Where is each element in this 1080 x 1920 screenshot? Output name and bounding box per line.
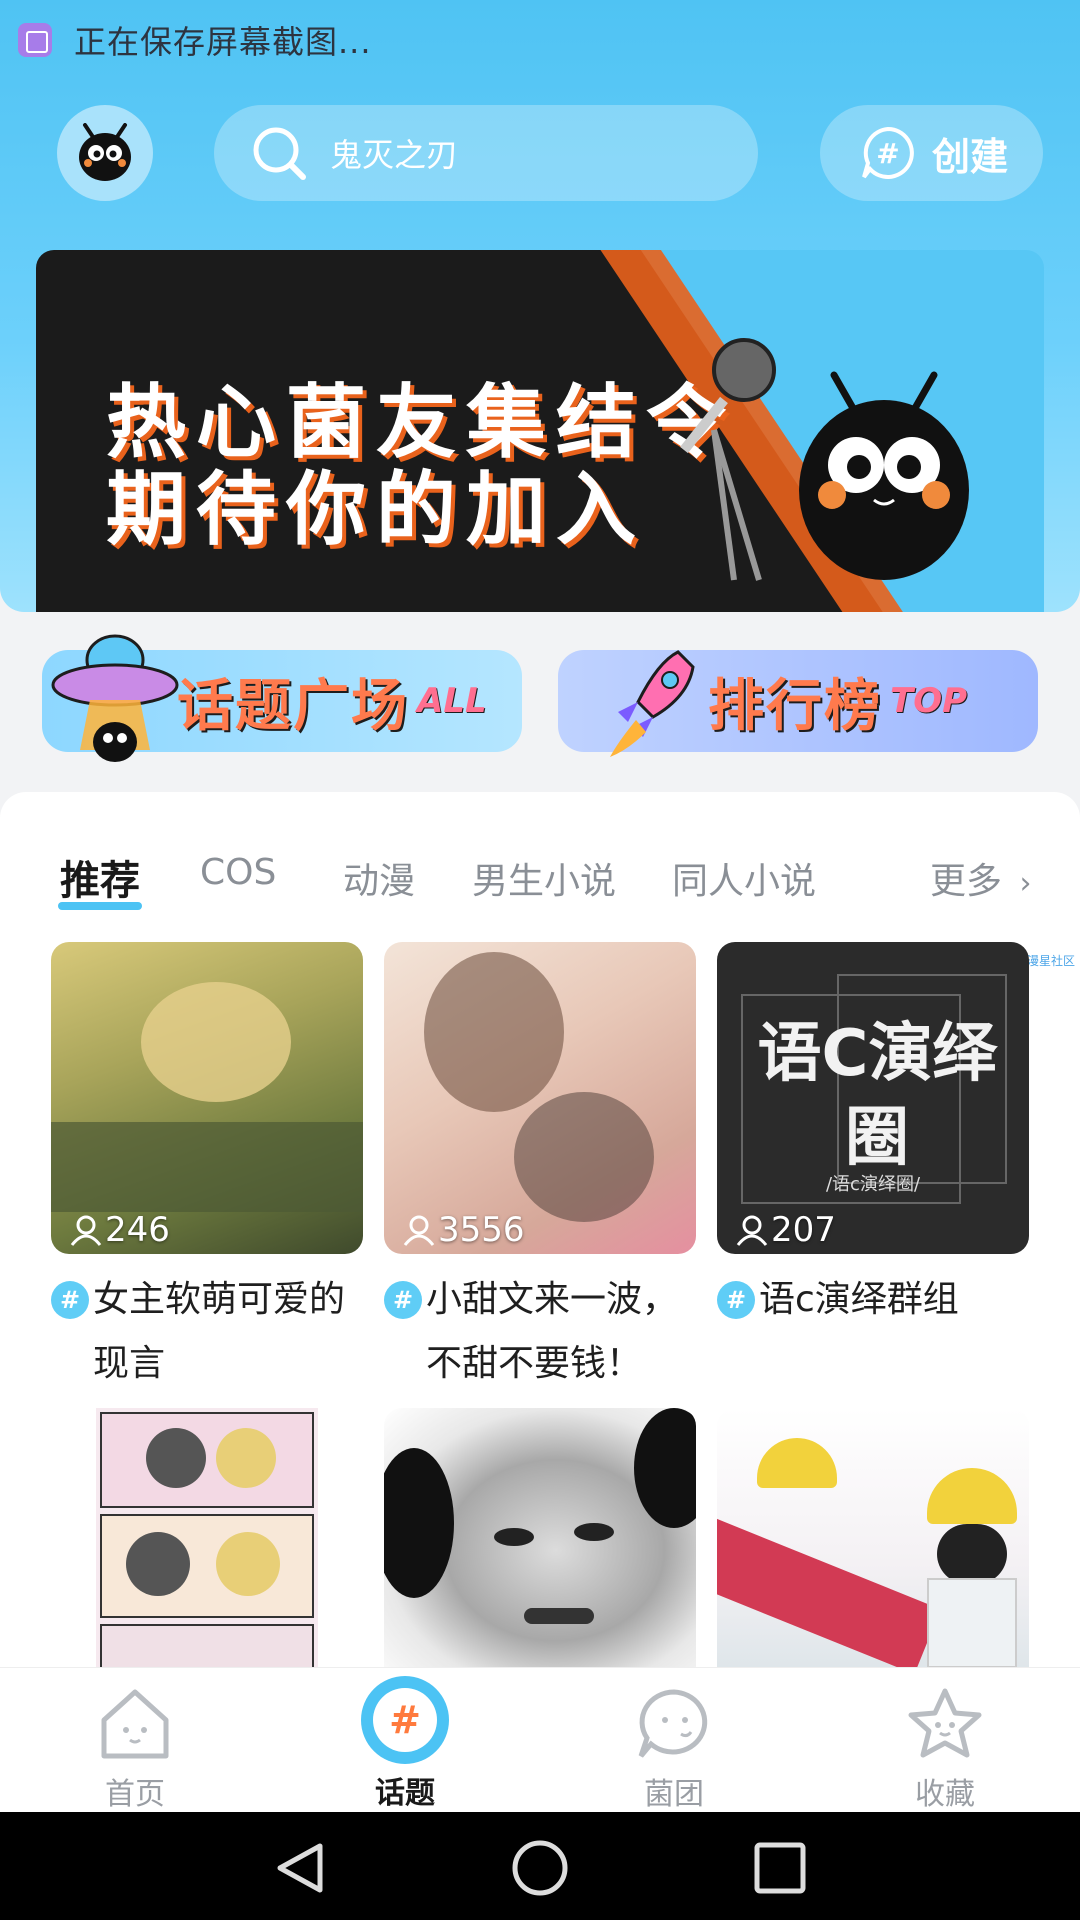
nav-topic[interactable]: # 话题 — [315, 1668, 495, 1813]
tab-recommend[interactable]: 推荐 — [60, 848, 140, 906]
create-label: 创建 — [932, 134, 1009, 179]
nav-favorites-label: 收藏 — [915, 1777, 975, 1812]
topic-title: # 女主软萌可爱的现言 — [51, 1268, 363, 1396]
side-tag: 漫星社区 — [1027, 954, 1076, 968]
avatar[interactable] — [57, 105, 153, 201]
hash-bubble-icon: # — [862, 126, 914, 179]
topic-cover-image: 246 — [51, 942, 363, 1254]
nav-home-label: 首页 — [105, 1777, 165, 1812]
home-icon — [101, 1689, 169, 1758]
search-input[interactable]: 鬼灭之刃 — [214, 105, 758, 201]
recents-icon[interactable] — [752, 1840, 808, 1896]
tab-more[interactable]: 更多 › — [930, 852, 1031, 904]
member-count: 246 — [69, 1210, 170, 1250]
hash-icon: # — [384, 1281, 422, 1319]
ranking-sub: TOP — [890, 681, 968, 721]
home-circle-icon[interactable] — [510, 1840, 570, 1900]
tab-more-label: 更多 — [930, 861, 1003, 902]
rocket-icon — [610, 650, 695, 757]
tab-cos[interactable]: COS — [200, 852, 276, 893]
back-icon[interactable] — [272, 1840, 328, 1896]
topic-square-label: 话题广场 — [177, 673, 409, 739]
nav-home[interactable]: 首页 — [45, 1668, 225, 1813]
topic-card[interactable]: 3556 # 小甜文来一波，不甜不要钱！ — [384, 942, 696, 1396]
active-tab-indicator — [58, 902, 142, 910]
cover-title: 语C演绎圈 — [757, 1017, 997, 1175]
hash-icon: # — [373, 1688, 437, 1752]
topic-card[interactable]: 246 # 女主软萌可爱的现言 — [51, 942, 363, 1396]
topic-title: # 小甜文来一波，不甜不要钱！ — [384, 1268, 696, 1396]
topic-card[interactable]: 语C演绎圈 /语c演绎圈/ 207 # 语c演绎群组 — [717, 942, 1029, 1332]
chat-face-icon — [638, 1688, 708, 1758]
mascot-avatar-icon — [79, 123, 131, 181]
chevron-right-icon: › — [1019, 866, 1032, 901]
bottom-navigation: 首页 # 话题 菌团 收藏 — [0, 1667, 1080, 1812]
tab-male-novel[interactable]: 男生小说 — [472, 852, 616, 904]
hash-icon: # — [51, 1281, 89, 1319]
status-text: 正在保存屏幕截图... — [74, 23, 372, 61]
status-bar: 正在保存屏幕截图... — [18, 20, 372, 61]
nav-favorites[interactable]: 收藏 — [855, 1668, 1035, 1813]
tab-fan-novel[interactable]: 同人小说 — [672, 852, 816, 904]
ufo-mascot-icon — [51, 634, 179, 762]
svg-text:#: # — [876, 137, 899, 170]
member-count: 207 — [735, 1210, 836, 1250]
topic-square-button[interactable]: 话题广场 ALL — [42, 634, 522, 762]
ranking-label: 排行榜 — [708, 673, 882, 739]
promo-banner[interactable]: 热心菌友集结令 期待你的加入 — [36, 250, 1044, 612]
topic-cover-image[interactable] — [384, 1408, 696, 1667]
topic-square-sub: ALL — [417, 681, 487, 721]
topic-cover-image[interactable] — [96, 1408, 318, 1667]
nav-group-label: 菌团 — [644, 1777, 704, 1812]
person-icon — [736, 1215, 768, 1246]
topic-cover-image: 3556 — [384, 942, 696, 1254]
search-placeholder: 鬼灭之刃 — [330, 136, 459, 174]
system-navigation-bar — [0, 1812, 1080, 1920]
person-icon — [403, 1215, 435, 1246]
topic-title: # 语c演绎群组 — [717, 1268, 1029, 1332]
star-icon — [908, 1688, 982, 1757]
create-button[interactable]: # 创建 — [820, 105, 1043, 201]
nav-group[interactable]: 菌团 — [584, 1668, 764, 1813]
search-icon — [253, 127, 306, 180]
tab-anime[interactable]: 动漫 — [343, 852, 415, 904]
nav-topic-label: 话题 — [375, 1776, 435, 1811]
member-count: 3556 — [402, 1210, 525, 1250]
person-icon — [70, 1215, 102, 1246]
screenshot-icon — [18, 23, 52, 57]
hash-icon: # — [717, 1281, 755, 1319]
mascot-icon — [799, 371, 969, 580]
cover-subtitle: /语c演绎圈/ — [825, 1174, 921, 1195]
topic-cover-image: 语C演绎圈 /语c演绎圈/ 207 — [717, 942, 1029, 1254]
ranking-button[interactable]: 排行榜 TOP — [558, 650, 1038, 757]
banner-line-2: 期待你的加入 — [106, 463, 646, 556]
microphone-icon — [680, 338, 776, 581]
topic-cover-image[interactable] — [717, 1408, 1029, 1667]
category-tabs: 推荐 COS 动漫 男生小说 同人小说 更多 › — [0, 832, 1080, 912]
